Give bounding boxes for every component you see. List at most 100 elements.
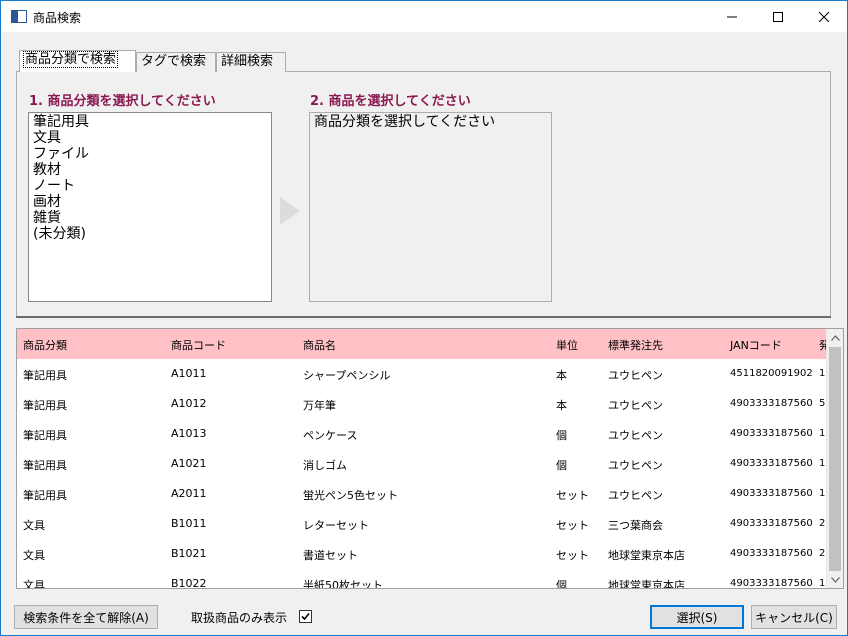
list-item: 商品分類を選択してください xyxy=(314,114,496,130)
cancel-button[interactable]: キャンセル(C) xyxy=(751,605,837,629)
column-header[interactable]: 単位 xyxy=(556,337,578,353)
table-cell: 地球堂東京本店 xyxy=(608,549,685,562)
category-list-item[interactable]: 雑貨 xyxy=(33,210,267,226)
table-cell: 筆記用具 xyxy=(23,459,67,472)
table-cell: 半紙50枚セット xyxy=(303,579,383,589)
table-cell: 筆記用具 xyxy=(23,429,67,442)
scroll-down-icon xyxy=(831,576,840,583)
table-cell: A1011 xyxy=(171,367,207,380)
table-row[interactable]: 文具 B1021 書道セット セット 地球堂東京本店 4903333187560 2( xyxy=(17,539,829,569)
table-cell: セット xyxy=(556,519,589,532)
handled-only-checkbox[interactable] xyxy=(299,610,312,623)
table-cell: セット xyxy=(556,489,589,502)
checkmark-icon xyxy=(301,612,310,621)
column-header[interactable]: JANコード xyxy=(730,337,782,353)
table-row[interactable]: 筆記用具 A1021 消しゴム個ユウヒペン 4903333187560 1! xyxy=(17,449,829,479)
scroll-up-button[interactable] xyxy=(827,329,843,346)
close-button[interactable] xyxy=(801,1,847,32)
maximize-button[interactable] xyxy=(755,1,801,32)
category-list-item[interactable]: ファイル xyxy=(33,146,267,162)
category-list-item[interactable]: 文具 xyxy=(33,130,267,146)
table-row[interactable]: 文具 B1011 レターセット セット 三つ葉商会 4903333187560 2! xyxy=(17,509,829,539)
table-cell: 4903333187560 xyxy=(730,518,813,529)
category-list-item[interactable]: 画材 xyxy=(33,194,267,210)
table-cell: ユウヒペン xyxy=(608,429,663,442)
select-button[interactable]: 選択(S) xyxy=(650,605,744,629)
table-cell: 4903333187560 xyxy=(730,578,813,589)
category-list-item[interactable]: ノート xyxy=(33,178,267,194)
column-header[interactable]: 標準発注先 xyxy=(608,337,663,353)
product-listbox[interactable]: 商品分類を選択してください xyxy=(309,112,552,302)
maximize-icon xyxy=(773,11,783,22)
category-list-item[interactable]: 教材 xyxy=(33,162,267,178)
tab-detail-search[interactable]: 詳細検索 xyxy=(216,52,286,72)
table-cell: セット xyxy=(556,549,589,562)
table-cell: シャープペンシル xyxy=(303,369,391,382)
column-header[interactable]: 商品コード xyxy=(171,337,226,353)
table-cell: 4511820091902 xyxy=(730,368,813,379)
table-cell: B1022 xyxy=(171,577,207,589)
handled-only-label: 取扱商品のみ表示 xyxy=(191,611,288,625)
table-cell: 筆記用具 xyxy=(23,369,67,382)
table-cell: 蛍光ペン5色セット xyxy=(303,489,398,502)
table-cell: ペンケース xyxy=(303,429,358,442)
table-cell: 本 xyxy=(556,369,567,382)
table-cell: B1021 xyxy=(171,547,207,560)
table-row[interactable]: 筆記用具 A2011 蛍光ペン5色セット セット ユウヒペン 4903333187560 1… xyxy=(17,479,829,509)
minimize-button[interactable] xyxy=(709,1,755,32)
title-bar[interactable]: 商品検索 xyxy=(1,1,847,32)
table-cell: 個 xyxy=(556,579,567,589)
table-cell: 個 xyxy=(556,429,567,442)
table-cell: 文具 xyxy=(23,549,45,562)
table-cell: ユウヒペン xyxy=(608,369,663,382)
grid-header: 商品分類 商品コード 商品名 単位 標準発注先 JANコード発 xyxy=(17,329,830,359)
step2-label: 2. 商品を選択してください xyxy=(310,94,471,109)
window-title: 商品検索 xyxy=(33,11,82,25)
table-row[interactable]: 筆記用具 A1011 シャープペンシル本ユウヒペン 4511820091902 1( xyxy=(17,359,829,389)
table-cell: ユウヒペン xyxy=(608,489,663,502)
table-row[interactable]: 筆記用具 A1012 万年筆本ユウヒペン 4903333187560 5( xyxy=(17,389,829,419)
product-grid: 商品分類 商品コード 商品名 単位 標準発注先 JANコード発 筆記用具 A1011 シャープ… xyxy=(16,328,844,589)
table-cell: 地球堂東京本店 xyxy=(608,579,685,589)
table-cell: 4903333187560 xyxy=(730,548,813,559)
footer-bar: 検索条件を全て解除(A) 取扱商品のみ表示 選択(S) キャンセル(C) xyxy=(1,599,847,635)
column-header[interactable]: 商品名 xyxy=(303,337,336,353)
clear-criteria-button[interactable]: 検索条件を全て解除(A) xyxy=(14,605,158,629)
category-list-item[interactable]: 筆記用具 xyxy=(33,114,267,130)
step1-label: 1. 商品分類を選択してください xyxy=(29,94,216,109)
table-cell: A2011 xyxy=(171,487,207,500)
table-cell: 消しゴム xyxy=(303,459,347,472)
next-arrow-icon xyxy=(280,197,300,225)
table-cell: A1012 xyxy=(171,397,207,410)
table-cell: 本 xyxy=(556,399,567,412)
tab-tag-search[interactable]: タグで検索 xyxy=(136,52,216,72)
table-cell: 書道セット xyxy=(303,549,358,562)
app-icon xyxy=(11,10,27,23)
table-cell: 三つ葉商会 xyxy=(608,519,663,532)
search-criteria-area: 商品分類で検索 タグで検索 詳細検索 1. 商品分類を選択してください 筆記用具… xyxy=(1,32,847,324)
category-listbox[interactable]: 筆記用具 文具 ファイル 教材 ノート 画材 雑貨 (未分類) xyxy=(28,112,272,302)
table-cell: レターセット xyxy=(303,519,369,532)
table-cell: A1021 xyxy=(171,457,207,470)
scroll-down-button[interactable] xyxy=(827,571,843,588)
table-row[interactable]: 文具 B1022 半紙50枚セット個地球堂東京本店 4903333187560 1! xyxy=(17,569,829,589)
table-cell: ユウヒペン xyxy=(608,459,663,472)
scroll-thumb[interactable] xyxy=(829,347,841,571)
table-cell: ユウヒペン xyxy=(608,399,663,412)
column-header[interactable]: 商品分類 xyxy=(23,337,67,353)
table-row[interactable]: 筆記用具 A1013 ペンケース個ユウヒペン 4903333187560 1( xyxy=(17,419,829,449)
table-cell: 4903333187560 xyxy=(730,428,813,439)
scroll-up-icon xyxy=(831,334,840,341)
table-cell: 筆記用具 xyxy=(23,399,67,412)
table-cell: 4903333187560 xyxy=(730,398,813,409)
product-search-window: 商品検索 商品分類で検索 タグで検索 詳細検索 1. 商品分類を選択してください… xyxy=(0,0,848,636)
tab-category-search[interactable]: 商品分類で検索 xyxy=(19,50,136,72)
table-cell: 4903333187560 xyxy=(730,488,813,499)
table-cell: 4903333187560 xyxy=(730,458,813,469)
table-cell: 万年筆 xyxy=(303,399,336,412)
table-cell: B1011 xyxy=(171,517,207,530)
table-cell: 筆記用具 xyxy=(23,489,67,502)
vertical-scrollbar[interactable] xyxy=(826,329,843,588)
category-list-item[interactable]: (未分類) xyxy=(33,226,267,242)
close-icon xyxy=(819,11,829,22)
